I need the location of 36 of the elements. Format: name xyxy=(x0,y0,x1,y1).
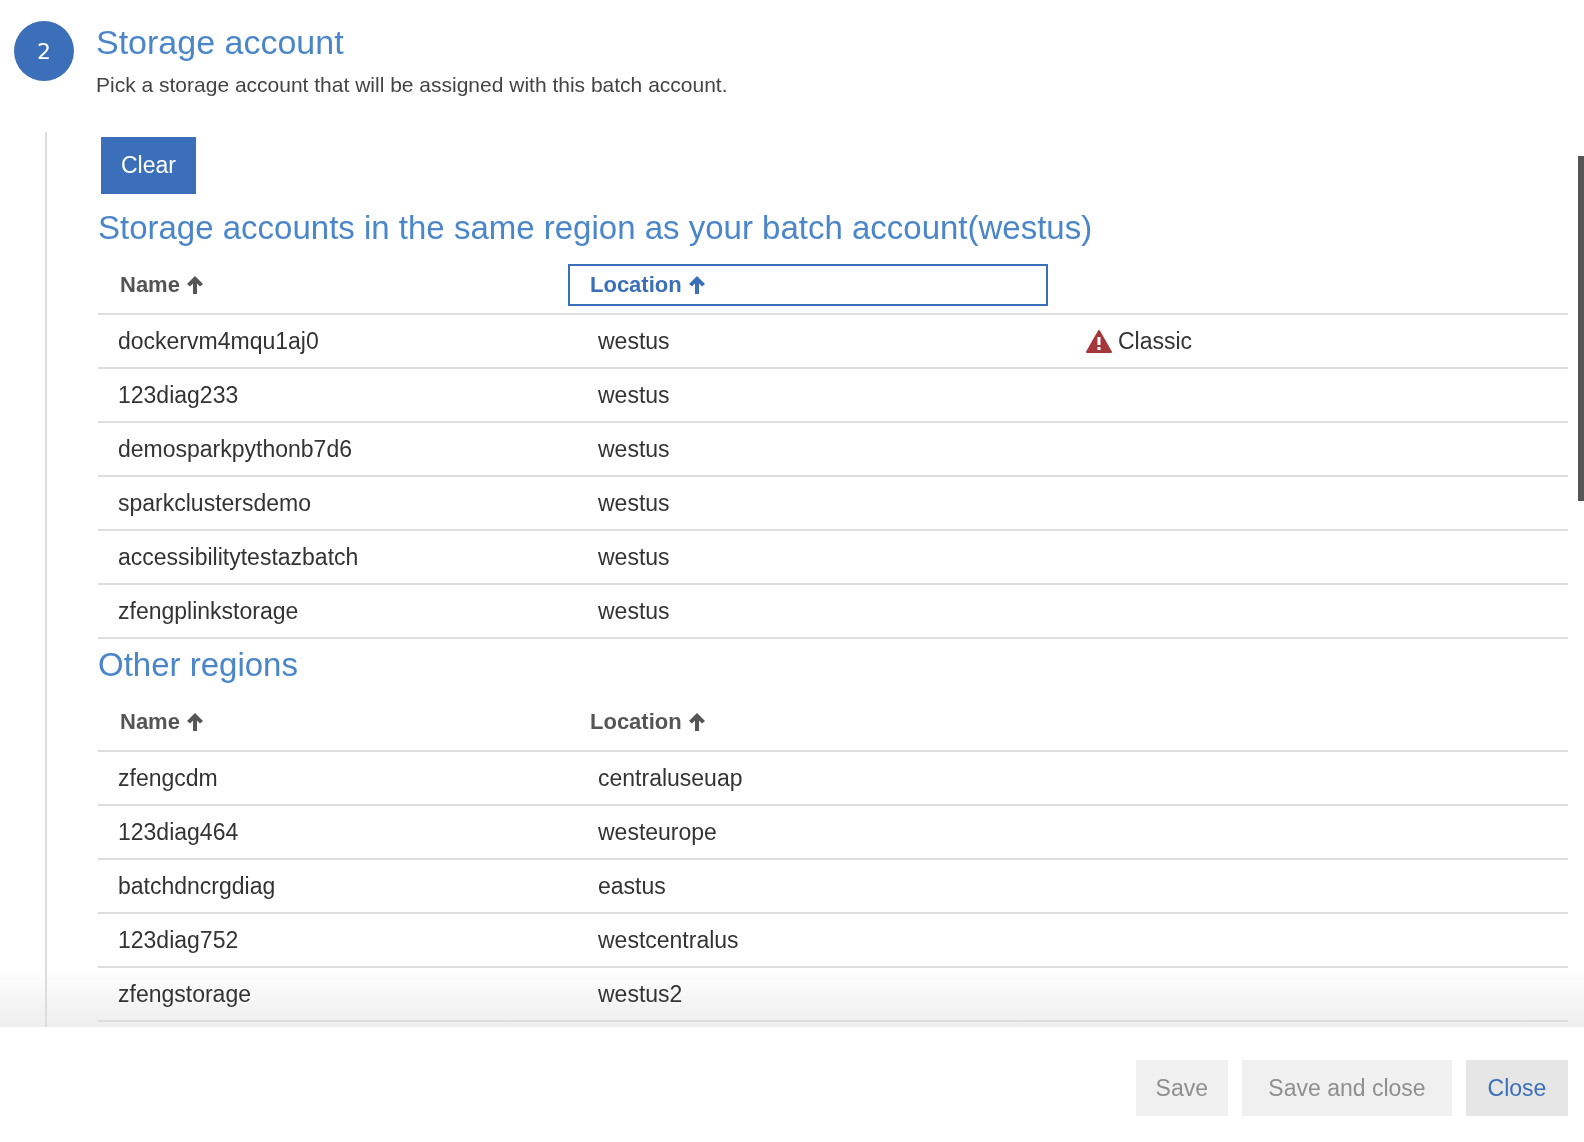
clear-button[interactable]: Clear xyxy=(101,137,196,194)
step-number-badge: 2 xyxy=(14,21,74,81)
location-cell-text: westus xyxy=(597,327,671,355)
account-name-cell-text: batchdncrgdiag xyxy=(117,872,277,900)
account-name-cell-text: 123diag464 xyxy=(117,818,240,846)
location-cell-text: westus2 xyxy=(597,980,684,1008)
column-header[interactable]: Location xyxy=(568,264,1048,306)
account-name-cell-text: zfengplinkstorage xyxy=(117,597,300,625)
location-cell-text: centraluseuap xyxy=(597,764,744,792)
location-cell-text: eastus xyxy=(597,872,667,900)
location-cell-text: westus xyxy=(597,543,671,571)
step-description: Pick a storage account that will be assigned with this batch account. xyxy=(96,73,728,97)
account-name-cell-text: sparkclustersdemo xyxy=(117,489,313,517)
column-header[interactable]: Location xyxy=(568,701,728,743)
account-name-cell-text: accessibilitytestazbatch xyxy=(117,543,360,571)
account-name-cell-text: zfengcdm xyxy=(117,764,219,792)
location-cell-text: westus xyxy=(597,489,671,517)
location-cell-text: westcentralus xyxy=(597,926,740,954)
account-name-cell-text: 123diag233 xyxy=(117,381,240,409)
section-heading: Other regions xyxy=(98,645,299,685)
account-name-cell-text: demosparkpythonb7d6 xyxy=(117,435,353,463)
step-title: Storage account xyxy=(96,22,345,63)
location-cell-text: westus xyxy=(597,381,671,409)
account-type-label: Classic xyxy=(1118,327,1193,355)
account-name-cell-text: 123diag752 xyxy=(117,926,240,954)
location-cell-text: westus xyxy=(597,597,671,625)
column-header[interactable]: Name xyxy=(98,264,226,306)
section-heading: Storage accounts in the same region as your batch account(westus) xyxy=(98,208,1094,248)
footer-button[interactable]: Close xyxy=(1466,1060,1568,1116)
location-cell-text: westus xyxy=(597,435,671,463)
account-name-cell-text: zfengstorage xyxy=(117,980,252,1008)
column-header[interactable]: Name xyxy=(98,701,226,743)
location-cell-text: westeurope xyxy=(597,818,718,846)
scrollbar-thumb[interactable] xyxy=(1578,156,1584,501)
warning-icon xyxy=(1086,329,1112,353)
account-name-cell-text: dockervm4mqu1aj0 xyxy=(117,327,320,355)
